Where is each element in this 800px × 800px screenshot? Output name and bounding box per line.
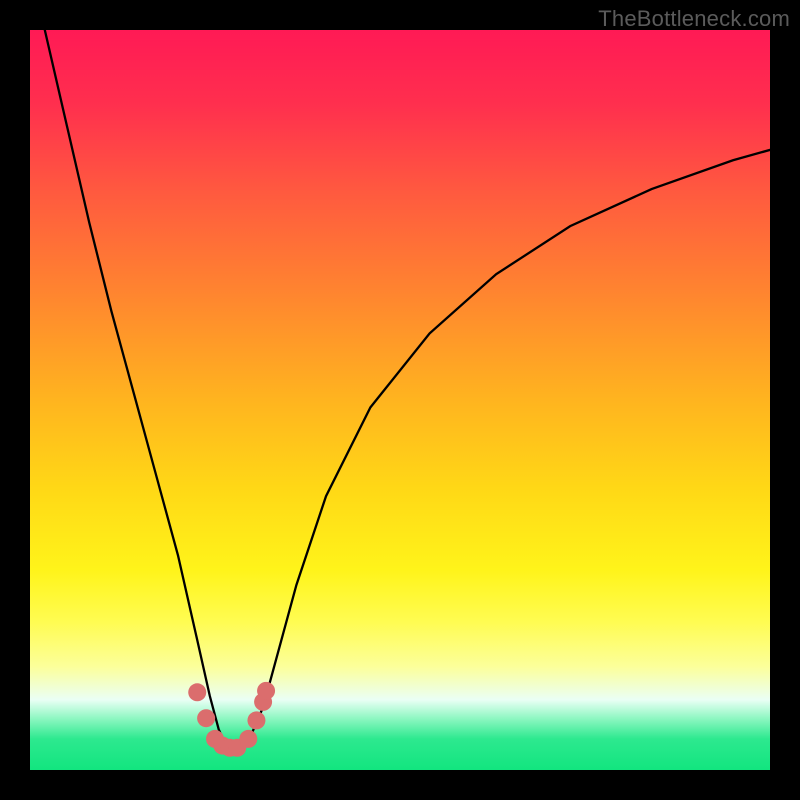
data-marker — [257, 682, 275, 700]
plot-area — [30, 30, 770, 770]
data-marker — [247, 711, 265, 729]
data-marker — [188, 683, 206, 701]
data-marker — [239, 730, 257, 748]
app-frame: TheBottleneck.com — [0, 0, 800, 800]
chart-markers — [30, 30, 770, 770]
watermark-text: TheBottleneck.com — [598, 6, 790, 32]
data-marker — [197, 709, 215, 727]
